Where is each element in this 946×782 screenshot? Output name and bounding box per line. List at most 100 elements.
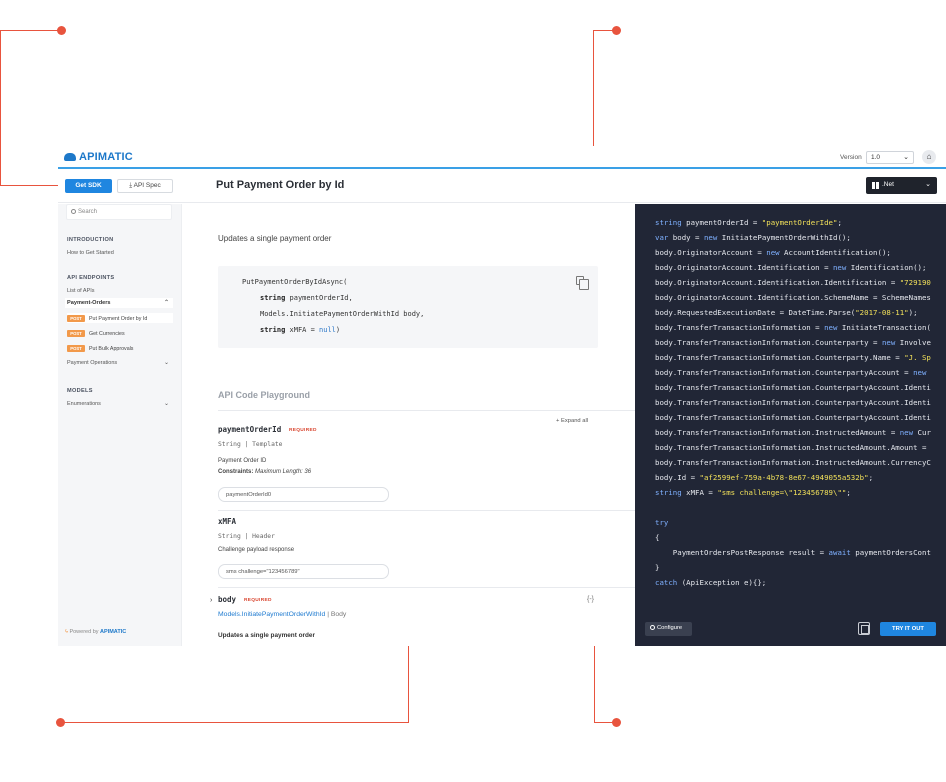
code-line: body.OriginatorAccount.Identification.Id… [655,278,931,287]
code-line: body.TransferTransactionInformation.Coun… [655,353,931,362]
body-type-link[interactable]: Models.InitiatePaymentOrderWithId [218,611,325,618]
code-token: body.OriginatorAccount = [655,248,767,257]
code-token: } [655,563,660,572]
code-token: ; [837,218,842,227]
param-constraints: Constraints: Maximum Length: 36 [218,469,312,475]
code-token: body.TransferTransactionInformation.Inst… [655,443,931,452]
copy-code-button[interactable] [858,622,870,635]
docs-app-window: APIMATIC Version 1.0 ⌄ ⌂ Get SDK ⤓ API Sp… [58,146,946,646]
code-token: new [881,338,896,347]
code-token: var [655,233,669,242]
code-token: Identification(); [846,263,927,272]
callout-line [0,30,1,186]
code-token: body.TransferTransactionInformation.Coun… [655,338,882,347]
chevron-right-icon[interactable]: › [210,597,212,604]
chevron-down-icon: ⌄ [163,401,169,407]
code-line: try [655,518,668,527]
code-token: paymentOrdersCont [850,548,931,557]
callout-line [61,722,409,723]
version-select[interactable]: 1.0 ⌄ [866,151,914,164]
sidebar-group-payment-orders[interactable]: Payment-Orders ⌃ [65,298,173,308]
body-description: Updates a single payment order [218,632,315,639]
code-token: try [655,518,669,527]
code-token: body.TransferTransactionInformation.Coun… [655,353,905,362]
code-line: body.TransferTransactionInformation.Coun… [655,413,931,422]
method-badge: POST [67,315,85,322]
chevron-up-icon: ⌃ [163,300,169,306]
code-token: (ApiException e){}; [677,578,767,587]
code-line: body.OriginatorAccount.Identification = … [655,263,926,272]
code-token: body = [668,233,704,242]
code-line: var body = new InitiatePaymentOrderWithI… [655,233,851,242]
code-line: } [655,563,659,572]
param-name[interactable]: body [218,595,236,604]
param-name: xMFA [218,517,237,526]
divider [218,410,635,411]
divider [218,587,635,588]
code-token: Involve [895,338,931,347]
code-token: Cur [913,428,931,437]
cloud-icon [64,153,76,162]
payment-order-id-field[interactable]: paymentOrderId0 [218,487,389,502]
sidebar-endpoint[interactable]: POST Put Payment Order by Id [67,313,173,323]
param-name: paymentOrderId [218,425,282,434]
code-token: await [828,548,851,557]
code-token: body.OriginatorAccount.Identification.Sc… [655,293,931,302]
code-token: xMFA = [681,488,718,497]
windows-icon [872,182,879,189]
screenshot-stage: APIMATIC Version 1.0 ⌄ ⌂ Get SDK ⤓ API Sp… [0,0,946,782]
collapse-toggle[interactable]: {-} [587,596,594,603]
search-input[interactable]: Search [66,204,172,220]
callout-dot [56,718,65,727]
callout-line [0,30,61,31]
code-token: body.TransferTransactionInformation.Inst… [655,428,900,437]
playground-title: API Code Playground [218,390,311,400]
code-token: ; [846,488,851,497]
code-line: body.TransferTransactionInformation.Coun… [655,338,931,347]
code-token: "J. Sp [904,353,931,362]
api-spec-button[interactable]: ⤓ API Spec [117,179,173,193]
code-token: paymentOrderId = [681,218,762,227]
expand-all-link[interactable]: + Expand all [556,418,588,424]
code-line: PaymentOrdersPostResponse result = await… [655,548,931,557]
apimatic-logo[interactable]: APIMATIC [64,151,133,163]
callout-dot [57,26,66,35]
sidebar-endpoint[interactable]: POST Put Bulk Approvals [67,343,173,353]
xmfa-field[interactable]: sms challenge="123456789" [218,564,389,579]
signature-method: PutPaymentOrderByIdAsync( [242,278,348,286]
sidebar: Search INTRODUCTION How to Get Started A… [58,204,182,646]
code-token: body.OriginatorAccount.Identification.Id… [655,278,900,287]
param-description: Challenge payload response [218,547,295,553]
code-token: ); [908,308,918,317]
sidebar-item-how-to[interactable]: How to Get Started [67,250,114,256]
code-token: new [703,233,718,242]
code-token: body.Id = [655,473,700,482]
callout-dot [612,718,621,727]
code-line: body.TransferTransactionInformation = ne… [655,323,931,332]
code-token: string [655,488,682,497]
home-icon[interactable]: ⌂ [922,150,936,164]
code-token: "af2599ef-759a-4b78-8e67-4949055a532b" [699,473,869,482]
configure-button[interactable]: Configure [645,622,692,636]
get-sdk-button[interactable]: Get SDK [65,179,112,193]
code-token: "sms challenge=\"123456789\"" [717,488,847,497]
code-token: body.TransferTransactionInformation.Coun… [655,368,914,377]
sidebar-group-payment-operations[interactable]: Payment Operations ⌄ [67,360,173,366]
try-it-out-button[interactable]: TRY IT OUT [880,622,936,636]
signature-param: string xMFA = null) [260,326,341,334]
code-line: { [655,533,659,542]
powered-by[interactable]: ϟ Powered by APIMATIC [65,629,126,635]
sidebar-group-enumerations[interactable]: Enumerations ⌄ [67,401,173,407]
language-select[interactable]: .Net ⌄ [866,177,937,194]
method-badge: POST [67,345,85,352]
code-line: body.TransferTransactionInformation.Coun… [655,383,931,392]
sidebar-endpoint[interactable]: POST Get Currencies [67,328,173,338]
sidebar-item-list-of-apis[interactable]: List of APIs [67,288,95,294]
copy-icon[interactable] [576,276,589,290]
code-token: body.TransferTransactionInformation = [655,323,825,332]
code-token: { [655,533,660,542]
chevron-down-icon: ⌄ [925,181,931,188]
code-token: new [899,428,914,437]
signature-param: string paymentOrderId, [260,294,353,302]
code-line: body.TransferTransactionInformation.Inst… [655,428,931,437]
